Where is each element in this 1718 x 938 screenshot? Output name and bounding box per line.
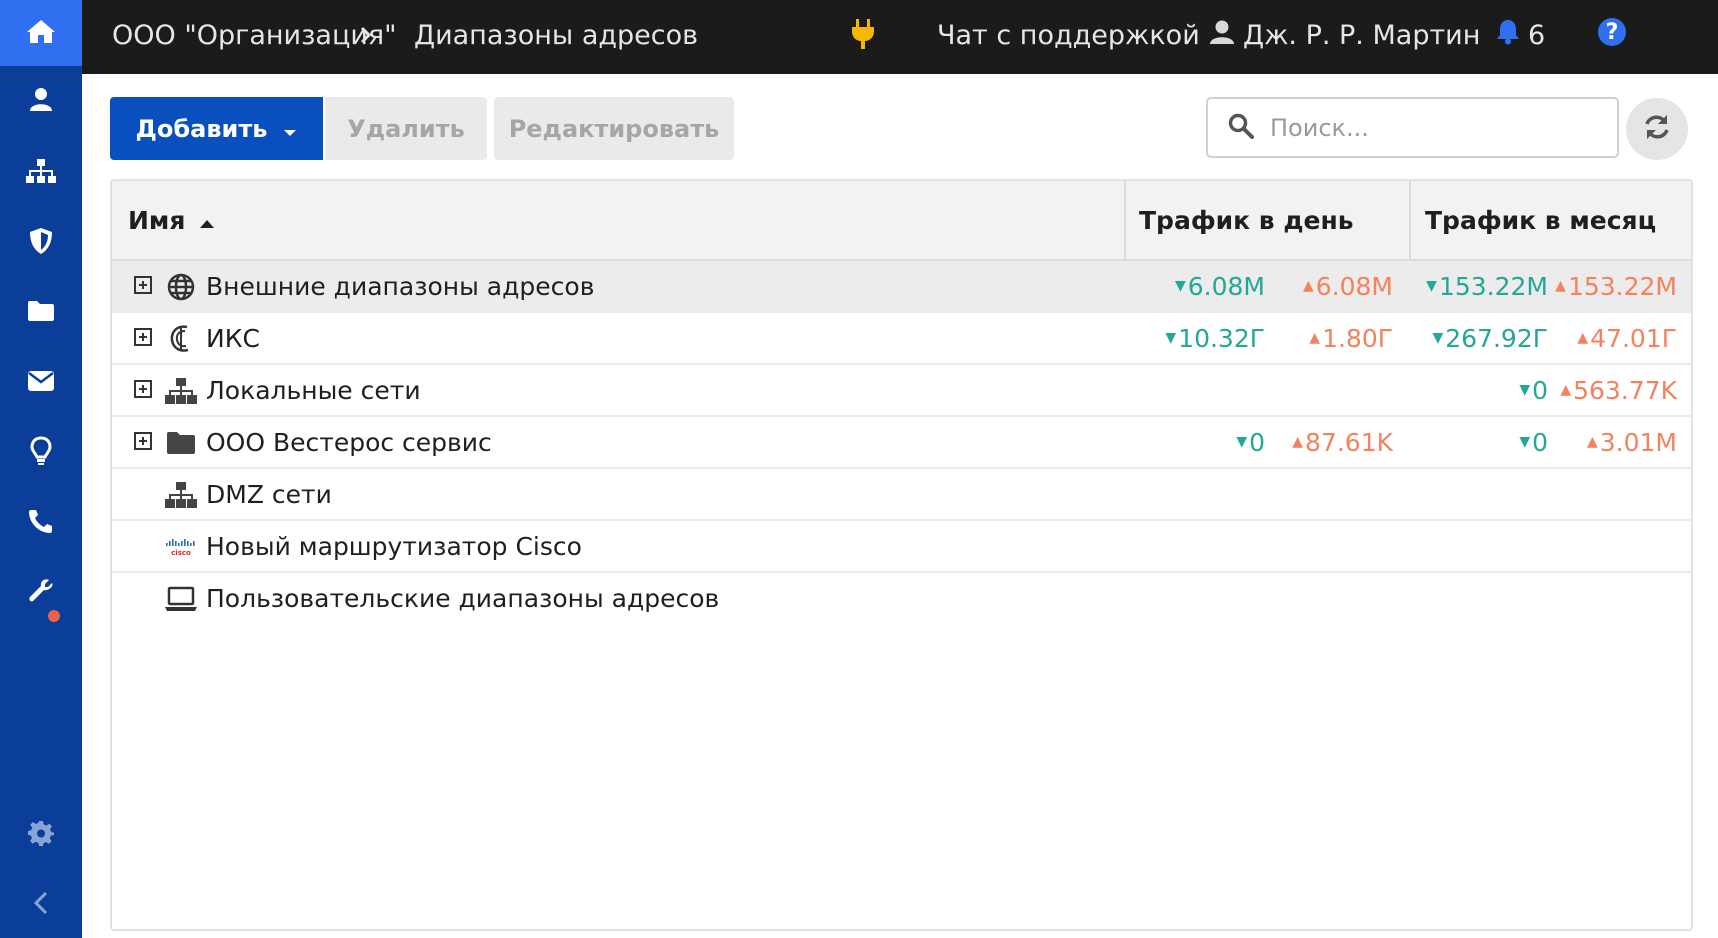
row-name: Локальные сети: [206, 375, 421, 405]
lightbulb-icon: [30, 436, 52, 466]
column-header-name[interactable]: Имя: [128, 181, 215, 259]
sidebar-item-settings[interactable]: [0, 808, 82, 858]
cisco-logo-icon: cisco: [164, 531, 198, 563]
column-header-traffic-month[interactable]: Трафик в месяц: [1425, 181, 1656, 259]
month-up-value: ▲ 3.01M: [1586, 427, 1677, 457]
svg-text:cisco: cisco: [171, 549, 191, 557]
folder-icon: [164, 427, 198, 459]
shield-icon: [29, 227, 53, 255]
sidebar-item-tools[interactable]: [0, 566, 82, 616]
sort-asc-icon: [199, 206, 215, 235]
sidebar: [0, 0, 82, 938]
table-header: Имя Трафик в день Трафик в месяц: [112, 181, 1691, 261]
table-row[interactable]: cisco Новый маршрутизатор Cisco: [112, 521, 1691, 573]
month-down-value: ▼ 267.92Г: [1432, 323, 1548, 353]
row-name: Внешние диапазоны адресов: [206, 271, 595, 301]
row-name: ООО Вестерос сервис: [206, 427, 492, 457]
breadcrumb-org[interactable]: ООО "Организация": [112, 0, 397, 70]
user-name: Дж. Р. Р. Мартин: [1243, 19, 1481, 51]
address-ranges-table: Имя Трафик в день Трафик в месяц Внешние…: [110, 179, 1693, 931]
collapse-icon: [33, 891, 49, 915]
alert-dot: [48, 610, 60, 622]
month-down-value: ▼ 0: [1519, 427, 1548, 457]
expand-icon[interactable]: [134, 380, 152, 398]
globe-icon: [164, 271, 198, 303]
month-down-value: ▼ 153.22M: [1426, 271, 1548, 301]
refresh-icon: [1643, 113, 1671, 145]
sidebar-collapse[interactable]: [0, 878, 82, 928]
support-chat-link[interactable]: Чат с поддержкой: [937, 0, 1200, 70]
iks-logo-icon: [164, 323, 198, 355]
day-down-value: ▼ 10.32Г: [1165, 323, 1265, 353]
add-button-label: Добавить: [135, 114, 268, 143]
table-row[interactable]: ООО Вестерос сервис ▼ 0 ▲ 87.61K ▼ 0 ▲ 3.01M: [112, 417, 1691, 469]
add-button[interactable]: Добавить: [110, 97, 323, 160]
sidebar-item-mail[interactable]: [0, 356, 82, 406]
sidebar-item-network[interactable]: [0, 146, 82, 196]
expand-icon[interactable]: [134, 276, 152, 294]
row-name: ИКС: [206, 323, 260, 353]
day-down-value: ▼ 6.08M: [1174, 271, 1265, 301]
row-name: Пользовательские диапазоны адресов: [206, 583, 720, 613]
table-row[interactable]: Пользовательские диапазоны адресов: [112, 573, 1691, 625]
phone-icon: [28, 508, 54, 534]
user-icon: [28, 86, 54, 112]
user-menu[interactable]: Дж. Р. Р. Мартин: [1209, 0, 1480, 70]
home-button[interactable]: [0, 0, 82, 66]
edit-button[interactable]: Редактировать: [494, 97, 734, 160]
refresh-button[interactable]: [1626, 98, 1688, 160]
search-input[interactable]: [1270, 113, 1570, 142]
bell-icon: [1496, 19, 1520, 52]
column-divider: [1409, 181, 1411, 259]
folder-icon: [27, 300, 55, 322]
table-row[interactable]: DMZ сети: [112, 469, 1691, 521]
sidebar-item-files[interactable]: [0, 286, 82, 336]
sidebar-item-security[interactable]: [0, 216, 82, 266]
column-divider: [1124, 181, 1126, 259]
month-up-value: ▲ 153.22M: [1555, 271, 1677, 301]
topbar: ООО "Организация" Диапазоны адресов Чат …: [82, 0, 1718, 74]
month-up-value: ▲ 47.01Г: [1577, 323, 1677, 353]
page-title: Диапазоны адресов: [414, 19, 699, 51]
home-icon: [26, 18, 56, 48]
delete-button[interactable]: Удалить: [325, 97, 487, 160]
gear-icon: [28, 820, 54, 846]
day-up-value: ▲ 6.08M: [1302, 271, 1393, 301]
user-icon: [1209, 19, 1235, 52]
envelope-icon: [27, 370, 55, 392]
sidebar-item-ideas[interactable]: [0, 426, 82, 476]
search-box[interactable]: [1206, 97, 1619, 158]
wrench-icon: [28, 578, 54, 604]
network-icon: [164, 479, 198, 511]
chevron-right-icon: [360, 0, 372, 70]
network-icon: [164, 375, 198, 407]
sidebar-item-telephony[interactable]: [0, 496, 82, 546]
sitemap-icon: [25, 158, 57, 184]
expand-icon[interactable]: [134, 328, 152, 346]
day-up-value: ▲ 87.61K: [1292, 427, 1393, 457]
day-up-value: ▲ 1.80Г: [1309, 323, 1393, 353]
help-icon[interactable]: ?: [1598, 18, 1626, 46]
row-name: Новый маршрутизатор Cisco: [206, 531, 582, 561]
row-name: DMZ сети: [206, 479, 332, 509]
month-up-value: ▲ 563.77K: [1560, 375, 1677, 405]
notifications-button[interactable]: 6: [1496, 0, 1545, 70]
laptop-icon: [164, 583, 198, 615]
caret-down-icon: [283, 115, 297, 143]
expand-icon[interactable]: [134, 432, 152, 450]
search-icon: [1228, 113, 1254, 143]
column-header-traffic-day[interactable]: Трафик в день: [1139, 181, 1354, 259]
plug-icon[interactable]: [850, 18, 876, 54]
sidebar-item-users[interactable]: [0, 74, 82, 124]
table-row[interactable]: Локальные сети ▼ 0 ▲ 563.77K: [112, 365, 1691, 417]
table-row[interactable]: ИКС ▼ 10.32Г ▲ 1.80Г ▼ 267.92Г ▲ 47.01Г: [112, 313, 1691, 365]
day-down-value: ▼ 0: [1236, 427, 1265, 457]
table-row[interactable]: Внешние диапазоны адресов ▼ 6.08M ▲ 6.08M …: [112, 261, 1691, 313]
notifications-count: 6: [1528, 19, 1546, 51]
month-down-value: ▼ 0: [1519, 375, 1548, 405]
